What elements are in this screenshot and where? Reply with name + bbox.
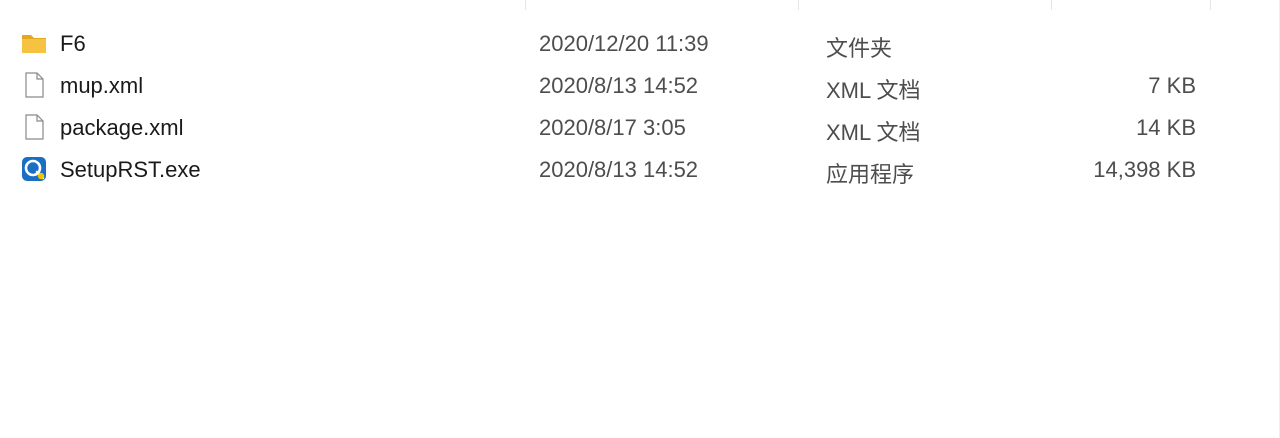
file-name: F6 [60,31,86,56]
file-type: XML 文档 [826,120,921,145]
application-icon [20,155,48,183]
file-name: package.xml [60,115,184,140]
document-icon [20,113,48,141]
file-modified-date: 2020/8/13 14:52 [539,73,699,98]
document-icon [20,71,48,99]
file-modified-date: 2020/8/13 14:52 [539,157,699,182]
column-divider[interactable] [525,0,526,10]
file-name: SetupRST.exe [60,157,201,182]
file-modified-date: 2020/12/20 11:39 [539,31,709,56]
folder-icon [20,29,48,57]
file-name: mup.xml [60,73,144,98]
file-size: 14,398 KB [1093,157,1196,182]
column-divider[interactable] [1051,0,1052,10]
file-type: 应用程序 [826,162,915,187]
file-size: 14 KB [1136,115,1196,140]
file-modified-date: 2020/8/17 3:05 [539,115,686,140]
file-size: 7 KB [1148,73,1196,98]
column-divider[interactable] [1210,0,1211,10]
file-row-mup-xml[interactable]: mup.xml 2020/8/13 14:52 XML 文档 7 KB [14,66,1214,104]
file-type: 文件夹 [826,36,893,61]
file-row-setuprst-exe[interactable]: SetupRST.exe 2020/8/13 14:52 应用程序 14,398… [14,150,1214,188]
file-row-package-xml[interactable]: package.xml 2020/8/17 3:05 XML 文档 14 KB [14,108,1214,146]
file-row-f6[interactable]: F6 2020/12/20 11:39 文件夹 [14,24,1214,62]
file-list: F6 2020/12/20 11:39 文件夹 mup.xml 2020/8/1… [0,0,1280,438]
file-type: XML 文档 [826,78,921,103]
column-divider[interactable] [798,0,799,10]
